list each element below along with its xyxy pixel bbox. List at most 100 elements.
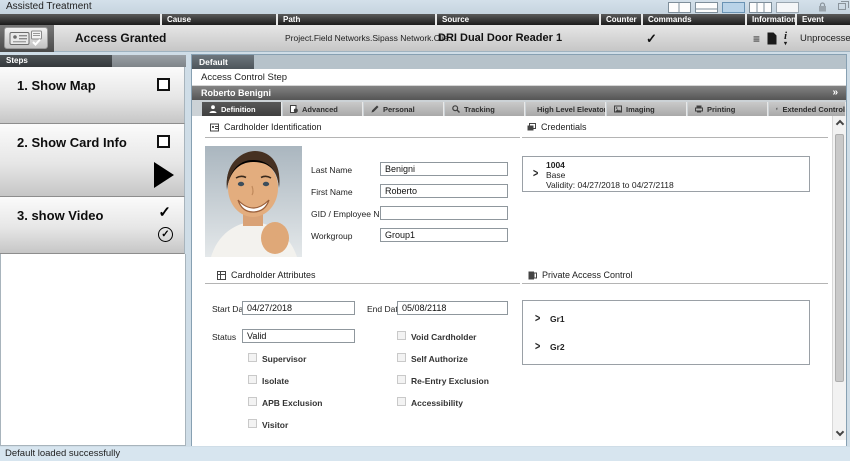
section-divider	[522, 137, 828, 138]
badge-icon	[210, 123, 219, 132]
re-entry-exclusion-checkbox[interactable]	[397, 375, 406, 384]
tab-tracking[interactable]: Tracking	[445, 102, 525, 116]
visitor-checkbox[interactable]	[248, 419, 257, 428]
accessibility-label: Accessibility	[411, 398, 463, 408]
section-divider	[205, 137, 520, 138]
cardholder-attributes-header: Cardholder Attributes	[217, 270, 316, 280]
event-list-header: Cause Path Source Counter Commands Infor…	[0, 14, 850, 25]
apb-exclusion-checkbox[interactable]	[248, 397, 257, 406]
column-information[interactable]: Information	[745, 14, 796, 25]
private-access-groups-box: > Gr1 > Gr2	[522, 300, 810, 365]
self-authorize-label: Self Authorize	[411, 354, 468, 364]
step-label: 3. show Video	[17, 208, 103, 223]
isolate-checkbox[interactable]	[248, 375, 257, 384]
flag-icon	[776, 105, 778, 113]
end-date-field[interactable]	[397, 301, 508, 315]
section-title: Cardholder Attributes	[231, 270, 316, 280]
magnifier-icon	[452, 105, 460, 113]
lock-icon[interactable]	[818, 2, 827, 13]
tab-high-level-elevator[interactable]: High Level Elevator	[526, 102, 606, 116]
private-access-control-header: Private Access Control	[528, 270, 633, 280]
content-scrollbar[interactable]	[832, 116, 846, 440]
scroll-up-icon[interactable]	[836, 120, 844, 128]
accessibility-checkbox[interactable]	[397, 397, 406, 406]
layout-split-columns-button[interactable]	[749, 2, 772, 13]
credentials-header: Credentials	[527, 122, 587, 132]
step-item-show-map[interactable]: 1. Show Map	[0, 67, 185, 124]
re-entry-exclusion-label: Re-Entry Exclusion	[411, 376, 489, 386]
isolate-label: Isolate	[262, 376, 289, 386]
layout-split-vertical-button[interactable]	[668, 2, 691, 13]
column-source[interactable]: Source	[435, 14, 469, 25]
column-cause[interactable]: Cause	[160, 14, 191, 25]
first-name-field[interactable]	[380, 184, 508, 198]
step-completed-circle-icon: ✓	[158, 227, 173, 242]
visitor-label: Visitor	[262, 420, 288, 430]
void-cardholder-checkbox[interactable]	[397, 331, 406, 340]
step-item-show-card-info[interactable]: 2. Show Card Info	[0, 124, 185, 197]
workgroup-label: Workgroup	[311, 231, 352, 241]
supervisor-checkbox[interactable]	[248, 353, 257, 362]
step-checkbox[interactable]	[157, 78, 170, 91]
info-dropdown-icon[interactable]: i▾	[784, 31, 787, 46]
more-tabs-icon[interactable]: »	[832, 86, 838, 100]
workgroup-field[interactable]	[380, 228, 508, 242]
column-commands[interactable]: Commands	[643, 14, 692, 25]
step-type-label: Access Control Step	[192, 69, 846, 86]
step-done-check-icon: ✓	[158, 203, 171, 221]
status-field[interactable]	[242, 329, 355, 343]
self-authorize-checkbox[interactable]	[397, 353, 406, 362]
event-source: DRI Dual Door Reader 1	[438, 25, 562, 52]
pencil-icon	[371, 105, 379, 113]
credential-profile: Base	[546, 170, 565, 180]
last-name-field[interactable]	[380, 162, 508, 176]
steps-panel-body	[0, 254, 186, 446]
expand-chevron-icon[interactable]: >	[535, 312, 540, 325]
commands-check-icon: ✓	[646, 25, 657, 52]
expand-chevron-icon[interactable]: >	[533, 167, 538, 180]
column-path[interactable]: Path	[276, 14, 300, 25]
layout-blank-pane-button[interactable]	[776, 2, 799, 13]
tab-personal[interactable]: Personal	[364, 102, 444, 116]
event-list-icon[interactable]: ≡	[753, 33, 760, 45]
door-access-icon	[528, 271, 537, 280]
printer-icon	[695, 105, 703, 113]
tab-advanced[interactable]: Advanced	[283, 102, 363, 116]
group-item[interactable]: Gr1	[550, 314, 565, 324]
layout-split-horizontal-button[interactable]	[695, 2, 718, 13]
start-date-field[interactable]	[242, 301, 355, 315]
gear-doc-icon	[290, 105, 298, 113]
expand-chevron-icon[interactable]: >	[535, 340, 540, 353]
tab-printing[interactable]: Printing	[688, 102, 768, 116]
cardholder-name: Roberto Benigni	[201, 88, 271, 98]
supervisor-label: Supervisor	[262, 354, 306, 364]
group-item[interactable]: Gr2	[550, 342, 565, 352]
steps-tab[interactable]: Steps	[0, 55, 112, 67]
scrollbar-thumb[interactable]	[835, 134, 844, 382]
tab-definition[interactable]: Definition	[202, 102, 282, 116]
credential-item[interactable]: > 1004 Base Validity: 04/27/2018 to 04/2…	[522, 156, 810, 192]
section-divider	[522, 283, 828, 284]
current-step-arrow-icon	[154, 162, 174, 188]
void-cardholder-label: Void Cardholder	[411, 332, 477, 342]
event-path: Project.Field Networks.Sipass Network.Cl…	[285, 25, 456, 52]
column-counter[interactable]: Counter	[599, 14, 643, 25]
last-name-label: Last Name	[311, 165, 352, 175]
attributes-icon	[217, 271, 226, 280]
scroll-down-icon[interactable]	[836, 428, 844, 436]
layout-single-pane-button[interactable]	[722, 2, 745, 13]
assisted-treatment-window: Assisted Treatment Cause Path Source Cou…	[0, 0, 850, 461]
tab-default[interactable]: Default	[192, 55, 254, 69]
step-checkbox[interactable]	[157, 135, 170, 148]
tab-extended-control[interactable]: Extended Control	[769, 102, 846, 116]
document-icon[interactable]	[767, 32, 777, 45]
restore-window-icon[interactable]	[838, 3, 846, 10]
cardholder-name-bar: Roberto Benigni »	[192, 86, 846, 100]
gid-field[interactable]	[380, 206, 508, 220]
event-row[interactable]: Access Granted Project.Field Networks.Si…	[0, 25, 850, 52]
step-item-show-video[interactable]: 3. show Video ✓ ✓	[0, 197, 185, 254]
event-type-button[interactable]	[4, 27, 48, 49]
credential-number: 1004	[546, 160, 565, 170]
tab-imaging[interactable]: Imaging	[607, 102, 687, 116]
column-event-status[interactable]: Event Status	[795, 14, 850, 25]
